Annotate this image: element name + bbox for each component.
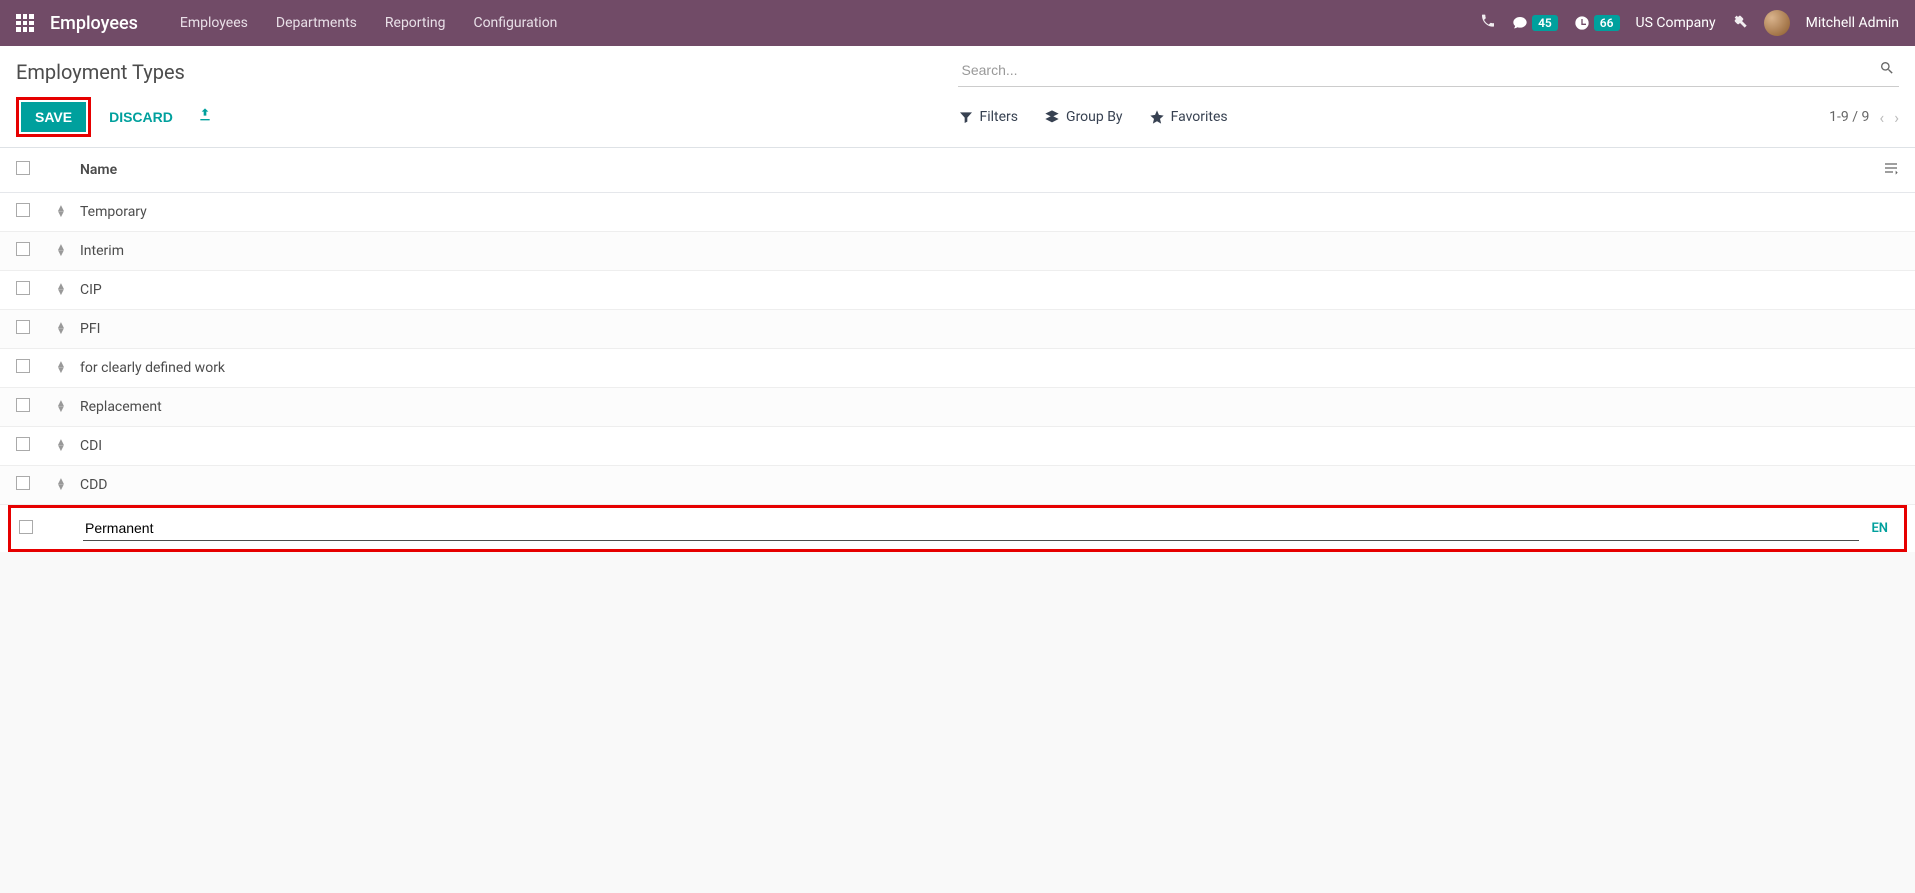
cp-filters: Filters Group By Favorites 1-9 / 9 ‹ › [958,108,1900,127]
favorites-label: Favorites [1171,109,1228,125]
filters-button[interactable]: Filters [958,109,1019,125]
name-input[interactable] [83,516,1859,541]
row-checkbox[interactable] [19,520,33,534]
pager: 1-9 / 9 ‹ › [1829,108,1899,127]
phone-icon[interactable] [1480,13,1496,33]
table-row[interactable]: ▲▼CDI [0,427,1915,466]
list-settings-icon[interactable] [1883,160,1899,180]
pager-text: 1-9 / 9 [1829,109,1869,125]
row-checkbox[interactable] [16,242,30,256]
drag-handle-icon[interactable]: ▲▼ [56,323,80,335]
export-icon[interactable] [197,107,213,127]
control-panel: Employment Types SAVE DISCARD Filters [0,46,1915,148]
table-row[interactable]: ▲▼for clearly defined work [0,349,1915,388]
table-row[interactable]: ▲▼CIP [0,271,1915,310]
edit-row-highlight: EN [8,505,1907,552]
app-title: Employees [50,13,138,34]
groupby-button[interactable]: Group By [1044,109,1123,125]
messages-badge: 45 [1532,15,1558,31]
cp-bottom: SAVE DISCARD Filters Group By Favorites … [16,97,1899,137]
nav-departments[interactable]: Departments [262,15,371,31]
table-row[interactable]: ▲▼Temporary [0,193,1915,232]
activities-badge: 66 [1594,15,1620,31]
edit-row: EN [11,508,1904,549]
drag-handle-icon[interactable]: ▲▼ [56,245,80,257]
row-name: CDI [80,438,102,454]
row-checkbox[interactable] [16,476,30,490]
list-header: Name [0,148,1915,193]
discard-button[interactable]: DISCARD [99,102,183,132]
row-checkbox[interactable] [16,320,30,334]
drag-handle-icon[interactable]: ▲▼ [56,479,80,491]
drag-handle-icon[interactable]: ▲▼ [56,401,80,413]
cp-actions: SAVE DISCARD [16,97,213,137]
apps-icon[interactable] [16,14,34,32]
page-title: Employment Types [16,54,185,84]
pager-prev-icon[interactable]: ‹ [1879,108,1884,127]
tools-icon[interactable] [1732,13,1748,33]
search-input[interactable] [958,54,1900,86]
row-name: Replacement [80,399,162,415]
user-name[interactable]: Mitchell Admin [1806,15,1899,31]
topbar-right: 45 66 US Company Mitchell Admin [1480,10,1899,36]
rows-container: ▲▼Temporary▲▼Interim▲▼CIP▲▼PFI▲▼for clea… [0,193,1915,505]
cp-top: Employment Types [16,54,1899,87]
search-icon[interactable] [1879,60,1895,80]
row-name: PFI [80,321,100,337]
pager-next-icon[interactable]: › [1894,108,1899,127]
favorites-button[interactable]: Favorites [1149,109,1228,125]
lang-badge[interactable]: EN [1871,521,1888,536]
company-selector[interactable]: US Company [1636,15,1716,31]
save-button[interactable]: SAVE [21,102,86,132]
row-checkbox[interactable] [16,398,30,412]
row-name: for clearly defined work [80,360,225,376]
drag-handle-icon[interactable]: ▲▼ [56,440,80,452]
groupby-label: Group By [1066,109,1123,125]
row-checkbox[interactable] [16,281,30,295]
nav-employees[interactable]: Employees [166,15,262,31]
table-row[interactable]: ▲▼CDD [0,466,1915,505]
select-all-checkbox[interactable] [16,161,30,175]
activities-button[interactable]: 66 [1574,15,1620,31]
table-row[interactable]: ▲▼Interim [0,232,1915,271]
topbar: Employees Employees Departments Reportin… [0,0,1915,46]
row-name: Temporary [80,204,147,220]
save-highlight: SAVE [16,97,91,137]
row-name: CIP [80,282,102,298]
row-checkbox[interactable] [16,437,30,451]
topbar-left: Employees Employees Departments Reportin… [16,13,571,34]
nav-reporting[interactable]: Reporting [371,15,460,31]
drag-handle-icon[interactable]: ▲▼ [56,206,80,218]
list-view: Name ▲▼Temporary▲▼Interim▲▼CIP▲▼PFI▲▼for… [0,148,1915,552]
filters-label: Filters [980,109,1019,125]
table-row[interactable]: ▲▼Replacement [0,388,1915,427]
messages-button[interactable]: 45 [1512,15,1558,31]
row-checkbox[interactable] [16,359,30,373]
row-checkbox[interactable] [16,203,30,217]
drag-handle-icon[interactable]: ▲▼ [56,362,80,374]
table-row[interactable]: ▲▼PFI [0,310,1915,349]
avatar[interactable] [1764,10,1790,36]
row-name: CDD [80,477,108,493]
drag-handle-icon[interactable]: ▲▼ [56,284,80,296]
row-name: Interim [80,243,124,259]
column-header-name[interactable]: Name [80,162,117,178]
nav-configuration[interactable]: Configuration [459,15,571,31]
search-area [958,54,1900,87]
